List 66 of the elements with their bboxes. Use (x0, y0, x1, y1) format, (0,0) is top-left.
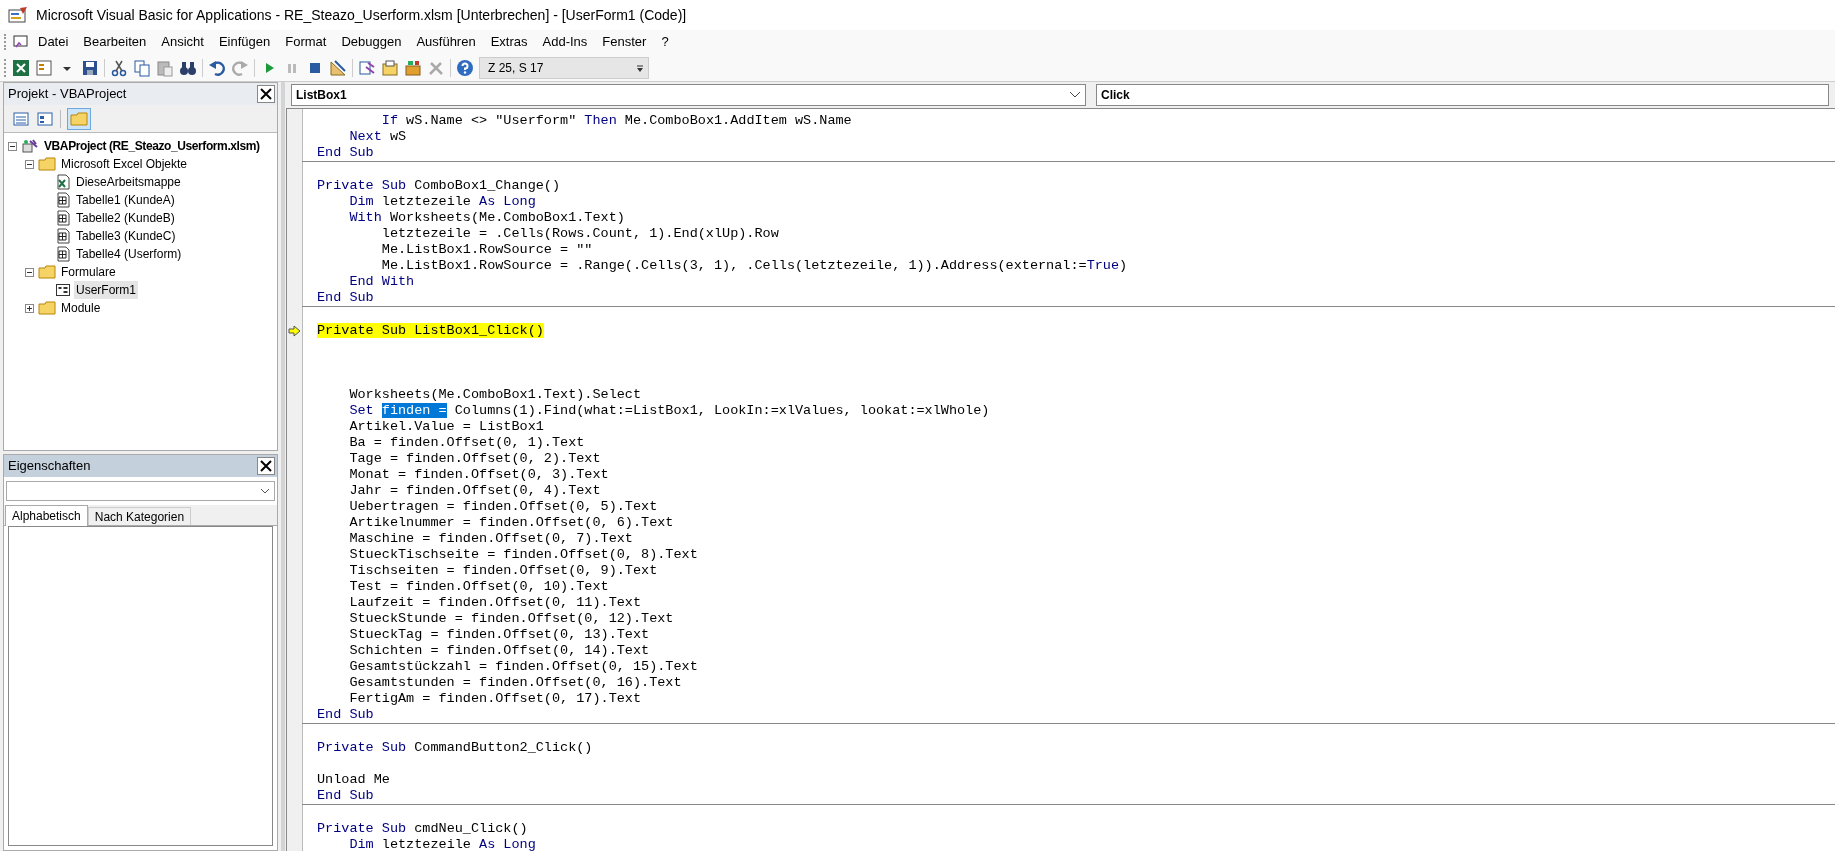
tree-item[interactable]: Tabelle3 (KundeC) (74, 227, 178, 245)
code-line: Dim letztezeile As Long (348, 837, 536, 851)
menu-item[interactable]: Einfügen (211, 30, 278, 54)
tree-item[interactable]: UserForm1 (74, 281, 138, 299)
code-line: Maschine = finden.Offset(0, 7).Text (348, 531, 633, 546)
procedure-dropdown[interactable]: Click (1096, 84, 1829, 106)
menu-item[interactable]: Fenster (595, 30, 654, 54)
window-title: Microsoft Visual Basic for Applications - RE_Steazo_Userform.xlsm [Unterbrechen] - [UserForm1 (Code)] (36, 5, 687, 25)
tree-item[interactable]: DieseArbeitsmappe (74, 173, 183, 191)
code-line: letztezeile = .Cells(Rows.Count, 1).End(xlUp).Row (380, 226, 779, 241)
cursor-position: Z 25, S 17 (488, 59, 544, 77)
code-line: Private Sub CommandButton2_Click() (317, 740, 593, 755)
code-line: Laufzeit = finden.Offset(0, 11).Text (348, 595, 642, 610)
tree-item[interactable]: Tabelle2 (KundeB) (74, 209, 177, 227)
code-line: Tischseiten = finden.Offset(0, 9).Text (348, 563, 658, 578)
code-line: Uebertragen = finden.Offset(0, 5).Text (348, 499, 658, 514)
code-line: Tage = finden.Offset(0, 2).Text (348, 451, 601, 466)
panel-title: Projekt - VBAProject (8, 85, 127, 104)
tree-item[interactable]: Microsoft Excel Objekte (59, 155, 190, 173)
code-line: Artikelnummer = finden.Offset(0, 6).Text (348, 515, 674, 530)
code-line: FertigAm = finden.Offset(0, 17).Text (348, 691, 642, 706)
code-line: Private Sub cmdNeu_Click() (317, 821, 528, 836)
code-line: Monat = finden.Offset(0, 3).Text (348, 467, 609, 482)
tree-item[interactable]: Module (59, 299, 103, 317)
code-line: StueckTag = finden.Offset(0, 13).Text (348, 627, 650, 642)
menu-item[interactable]: Debuggen (334, 30, 409, 54)
code-line: Next wS (348, 129, 407, 144)
code-line: StueckTischseite = finden.Offset(0, 8).Text (348, 547, 698, 562)
code-line: Gesamtstückzahl = finden.Offset(0, 15).Text (348, 659, 698, 674)
code-line: Private Sub ComboBox1_Change() (317, 178, 561, 193)
code-line: If wS.Name <> "Userform" Then Me.ComboBox1.AddItem wS.Name (380, 113, 852, 128)
menu-item[interactable]: ? (654, 30, 676, 54)
tab[interactable]: Alphabetisch (5, 505, 88, 526)
code-line: End Sub (317, 145, 374, 160)
menu-item[interactable]: Add-Ins (535, 30, 595, 54)
code-line: End Sub (317, 707, 374, 722)
code-line: Me.ListBox1.RowSource = .Range(.Cells(3, 1), .Cells(letztezeile, 1)).Address(external:=True) (380, 258, 1128, 273)
menu-item[interactable]: Ausführen (409, 30, 483, 54)
menu-item[interactable]: Datei (31, 30, 76, 54)
code-line: Dim letztezeile As Long (348, 194, 536, 209)
code-line: Artikel.Value = ListBox1 (348, 419, 544, 434)
code-line: Worksheets(Me.ComboBox1.Text).Select (348, 387, 642, 402)
menu-item[interactable]: Ansicht (154, 30, 211, 54)
code-line: End Sub (317, 788, 374, 803)
tree-item[interactable]: Formulare (59, 263, 118, 281)
code-line: With Worksheets(Me.ComboBox1.Text) (348, 210, 625, 225)
code-line: Me.ListBox1.RowSource = "" (380, 242, 593, 257)
tree-item[interactable]: Tabelle1 (KundeA) (74, 191, 177, 209)
tree-item[interactable]: VBAProject (RE_Steazo_Userform.xlsm) (42, 137, 262, 155)
code-line: Unload Me (317, 772, 390, 787)
code-line: Ba = finden.Offset(0, 1).Text (348, 435, 585, 450)
code-line: Jahr = finden.Offset(0, 4).Text (348, 483, 601, 498)
object-dropdown[interactable]: ListBox1 (291, 84, 1086, 106)
tab[interactable]: Nach Kategorien (87, 507, 192, 525)
code-line: Schichten = finden.Offset(0, 14).Text (348, 643, 650, 658)
menu-item[interactable]: Bearbeiten (76, 30, 154, 54)
code-line: End With (348, 274, 415, 289)
code-line: Set finden = Columns(1).Find(what:=ListBox1, LookIn:=xlValues, lookat:=xlWhole) (348, 403, 990, 418)
code-line: Test = finden.Offset(0, 10).Text (348, 579, 609, 594)
menu-item[interactable]: Extras (483, 30, 535, 54)
menu-item[interactable]: Format (278, 30, 334, 54)
code-line: Gesamtstunden = finden.Offset(0, 16).Text (348, 675, 682, 690)
code-line: StueckStunde = finden.Offset(0, 12).Text (348, 611, 674, 626)
code-line: End Sub (317, 290, 374, 305)
panel-title: Eigenschaften (8, 457, 91, 476)
tree-item[interactable]: Tabelle4 (Userform) (74, 245, 184, 263)
